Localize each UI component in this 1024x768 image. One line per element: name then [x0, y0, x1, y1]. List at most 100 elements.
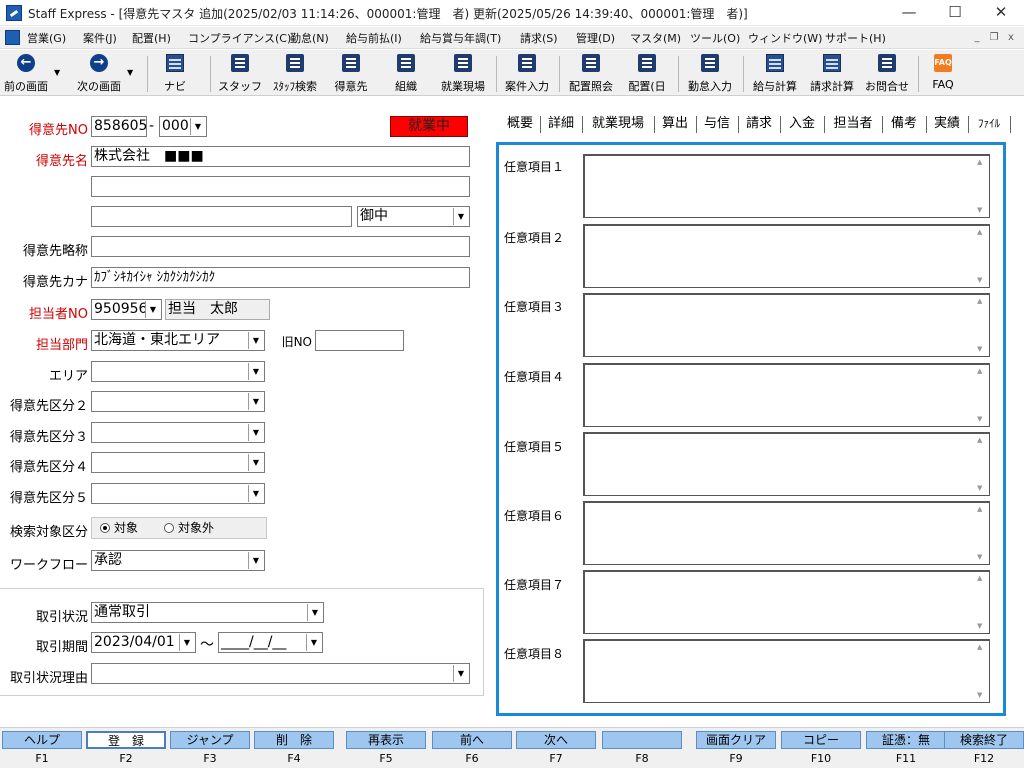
scroll-down-icon[interactable]: ▼: [977, 276, 982, 284]
menu-advance-pay[interactable]: 給与前払(I): [346, 30, 402, 46]
search-target-on-radio[interactable]: 対象: [100, 518, 138, 538]
scroll-down-icon[interactable]: ▼: [977, 484, 982, 492]
scroll-up-icon[interactable]: ▲: [977, 505, 982, 513]
prev-record-button[interactable]: 前へ: [432, 731, 512, 749]
scroll-up-icon[interactable]: ▲: [977, 297, 982, 305]
tab-detail[interactable]: 詳細: [543, 113, 579, 135]
prev-screen-button[interactable]: ← 前の画面: [0, 52, 52, 94]
delete-button[interactable]: 削 除: [254, 731, 334, 749]
menu-tools[interactable]: ツール(O): [690, 30, 740, 46]
contact-button[interactable]: お問合せ: [860, 52, 914, 94]
memo-scrollbar[interactable]: ▲ ▼: [975, 158, 987, 214]
staff-search-button[interactable]: ｽﾀｯﾌ検索: [264, 52, 326, 94]
tab-remarks[interactable]: 備考: [885, 113, 923, 135]
class3-select[interactable]: ▼: [91, 422, 265, 443]
attendance-button[interactable]: 勤怠入力: [682, 52, 738, 94]
tab-credit[interactable]: 与信: [699, 113, 735, 135]
tab-calc[interactable]: 算出: [657, 113, 693, 135]
short-name-input[interactable]: [91, 236, 470, 257]
scroll-up-icon[interactable]: ▲: [977, 158, 982, 166]
tab-site[interactable]: 就業現場: [585, 113, 651, 135]
next-dropdown-icon[interactable]: ▼: [127, 68, 133, 77]
register-button[interactable]: 登 録: [86, 731, 166, 749]
menu-admin[interactable]: 管理(D): [576, 30, 615, 46]
close-button[interactable]: ✕: [978, 0, 1024, 26]
memo-scrollbar[interactable]: ▲ ▼: [975, 228, 987, 284]
tab-billing[interactable]: 請求: [741, 113, 777, 135]
assign-day-button[interactable]: 配置(日: [622, 52, 672, 94]
mdi-restore-button[interactable]: ❐: [987, 31, 1001, 45]
memo4-textarea[interactable]: ▲ ▼: [583, 363, 990, 427]
menu-case[interactable]: 案件(J): [83, 30, 117, 46]
memo7-textarea[interactable]: ▲ ▼: [583, 570, 990, 634]
menu-window[interactable]: ウィンドウ(W): [748, 30, 822, 46]
area-select[interactable]: ▼: [91, 361, 265, 382]
minimize-button[interactable]: —: [886, 0, 932, 26]
staff-button[interactable]: スタッフ: [216, 52, 264, 94]
org-button[interactable]: 組織: [386, 52, 426, 94]
mdi-minimize-button[interactable]: _: [970, 31, 984, 45]
memo2-textarea[interactable]: ▲ ▼: [583, 224, 990, 288]
prev-dropdown-icon[interactable]: ▼: [54, 68, 60, 77]
scroll-down-icon[interactable]: ▼: [977, 691, 982, 699]
search-end-button[interactable]: 検索終了: [944, 731, 1024, 749]
kana-input[interactable]: ｶﾌﾞｼｷｶｲｼｬ ｼｶｸｼｶｸｼｶｸ: [91, 267, 470, 288]
scroll-down-icon[interactable]: ▼: [977, 622, 982, 630]
menu-attendance[interactable]: 勤怠(N): [290, 30, 329, 46]
scroll-down-icon[interactable]: ▼: [977, 345, 982, 353]
next-record-button[interactable]: 次へ: [516, 731, 596, 749]
memo-scrollbar[interactable]: ▲ ▼: [975, 367, 987, 423]
assign-inquiry-button[interactable]: 配置照会: [563, 52, 619, 94]
mdi-close-button[interactable]: x: [1004, 31, 1018, 45]
honorific-select[interactable]: 御中 ▼: [357, 206, 470, 227]
tab-results[interactable]: 実績: [929, 113, 965, 135]
customer-name2-input[interactable]: [91, 176, 470, 197]
branch-no-select[interactable]: 000 ▼: [159, 116, 207, 137]
scroll-up-icon[interactable]: ▲: [977, 228, 982, 236]
salary-calc-button[interactable]: 給与計算: [747, 52, 803, 94]
customer-name-input[interactable]: 株式会社 ■■■: [91, 146, 470, 167]
evidence-button[interactable]: 証憑：無: [866, 731, 946, 749]
next-screen-button[interactable]: → 次の画面: [68, 52, 130, 94]
trade-reason-select[interactable]: ▼: [91, 663, 470, 684]
trade-to-date[interactable]: ____/__/__ ▼: [218, 632, 323, 653]
tab-person[interactable]: 担当者: [827, 113, 879, 135]
menu-assign[interactable]: 配置(H): [132, 30, 171, 46]
case-input-button[interactable]: 案件入力: [500, 52, 554, 94]
dept-select[interactable]: 北海道・東北エリア ▼: [91, 330, 265, 351]
trade-from-date[interactable]: 2023/04/01 ▼: [91, 632, 196, 653]
navi-button[interactable]: ナビ: [152, 52, 198, 94]
memo-scrollbar[interactable]: ▲ ▼: [975, 643, 987, 699]
billing-calc-button[interactable]: 請求計算: [804, 52, 860, 94]
faq-button[interactable]: FAQ FAQ: [922, 52, 964, 94]
menu-support[interactable]: サポート(H): [825, 30, 886, 46]
memo-scrollbar[interactable]: ▲ ▼: [975, 436, 987, 492]
memo-scrollbar[interactable]: ▲ ▼: [975, 505, 987, 561]
person-no-select[interactable]: 950956 ▼: [91, 299, 162, 320]
scroll-up-icon[interactable]: ▲: [977, 643, 982, 651]
jump-button[interactable]: ジャンプ: [170, 731, 250, 749]
search-target-off-radio[interactable]: 対象外: [164, 518, 214, 538]
memo5-textarea[interactable]: ▲ ▼: [583, 432, 990, 496]
customer-no-input[interactable]: 858605: [91, 116, 147, 137]
menu-sales[interactable]: 営業(G): [27, 30, 66, 46]
refresh-button[interactable]: 再表示: [346, 731, 426, 749]
scroll-up-icon[interactable]: ▲: [977, 436, 982, 444]
old-no-input[interactable]: [315, 330, 404, 351]
scroll-up-icon[interactable]: ▲: [977, 574, 982, 582]
memo-scrollbar[interactable]: ▲ ▼: [975, 574, 987, 630]
clear-screen-button[interactable]: 画面クリア: [696, 731, 776, 749]
scroll-down-icon[interactable]: ▼: [977, 206, 982, 214]
class4-select[interactable]: ▼: [91, 452, 265, 473]
scroll-down-icon[interactable]: ▼: [977, 553, 982, 561]
menu-master[interactable]: マスタ(M): [630, 30, 681, 46]
class2-select[interactable]: ▼: [91, 391, 265, 412]
tab-file[interactable]: ﾌｧｲﾙ: [971, 113, 1007, 135]
memo3-textarea[interactable]: ▲ ▼: [583, 293, 990, 357]
class5-select[interactable]: ▼: [91, 483, 265, 504]
memo6-textarea[interactable]: ▲ ▼: [583, 501, 990, 565]
tab-overview[interactable]: 概要: [503, 113, 537, 135]
customer-name3-input[interactable]: [91, 206, 352, 227]
menu-salary[interactable]: 給与賞与年調(T): [420, 30, 501, 46]
tab-payment[interactable]: 入金: [783, 113, 821, 135]
